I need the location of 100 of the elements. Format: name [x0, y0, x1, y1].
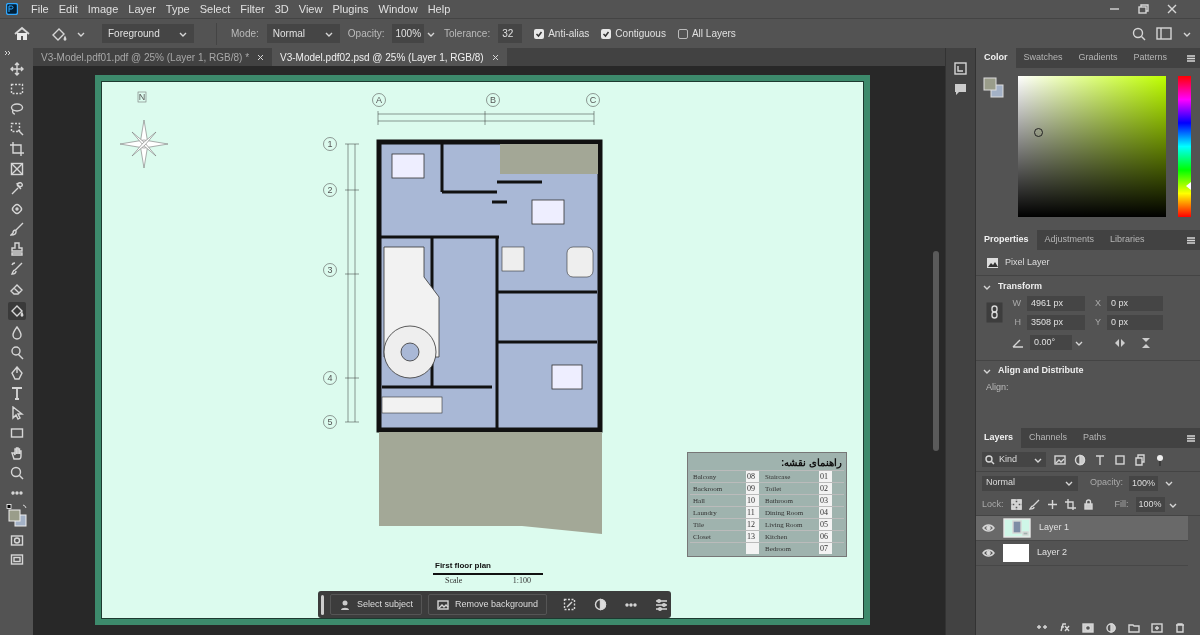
- color-swatches-icon[interactable]: [5, 504, 28, 528]
- menu-item[interactable]: Plugins: [327, 0, 374, 18]
- pen-icon[interactable]: [9, 366, 24, 380]
- move-icon[interactable]: [9, 62, 24, 76]
- lock-icon[interactable]: [1082, 499, 1094, 510]
- type-icon[interactable]: [9, 386, 24, 400]
- adjustment-filter-icon[interactable]: [1074, 453, 1086, 466]
- panel-menu-icon[interactable]: [1186, 54, 1196, 62]
- blend-mode-dropdown[interactable]: Normal: [982, 475, 1078, 491]
- lasso-icon[interactable]: [9, 102, 24, 116]
- filter-toggle-icon[interactable]: [1154, 453, 1166, 466]
- new-layer-icon[interactable]: [1151, 623, 1163, 633]
- section-heading[interactable]: Transform: [998, 280, 1042, 294]
- quick-mask-icon[interactable]: [9, 534, 24, 547]
- panel-tab[interactable]: Adjustments: [1036, 230, 1103, 250]
- menu-item[interactable]: Select: [194, 0, 236, 18]
- menu-item[interactable]: Window: [373, 0, 423, 18]
- marquee-icon[interactable]: [9, 82, 24, 96]
- close-icon[interactable]: [1167, 4, 1178, 14]
- filter-dropdown[interactable]: Kind: [982, 452, 1046, 467]
- panel-tab[interactable]: Layers: [976, 428, 1022, 448]
- workspace-icon[interactable]: [1156, 26, 1172, 41]
- layer-row[interactable]: Layer 2: [976, 541, 1188, 566]
- eye-icon[interactable]: [982, 548, 995, 558]
- chevron-icon[interactable]: [982, 283, 992, 291]
- opacity-field[interactable]: 100%: [1129, 475, 1159, 491]
- opacity-field[interactable]: 100%: [392, 24, 425, 43]
- dodge-icon[interactable]: [9, 346, 24, 360]
- path-select-icon[interactable]: [9, 406, 24, 420]
- restore-icon[interactable]: [1138, 4, 1149, 14]
- dimension-field[interactable]: 4961 px: [1027, 296, 1085, 311]
- shape-filter-icon[interactable]: [1114, 453, 1126, 466]
- scrollbar-thumb[interactable]: [933, 251, 939, 451]
- healing-brush-icon[interactable]: [9, 202, 24, 216]
- home-icon[interactable]: [14, 26, 30, 41]
- checkbox[interactable]: [601, 28, 612, 39]
- brush-icon[interactable]: [9, 222, 24, 236]
- checkbox[interactable]: [534, 28, 545, 39]
- folder-icon[interactable]: [1128, 623, 1140, 633]
- panel-tab[interactable]: Paths: [1075, 428, 1115, 448]
- menu-item[interactable]: Type: [160, 0, 195, 18]
- fill-field[interactable]: 100%: [1135, 497, 1165, 512]
- panel-tab[interactable]: Libraries: [1102, 230, 1153, 250]
- panel-tab[interactable]: Swatches: [1015, 48, 1071, 68]
- blur-icon[interactable]: [9, 326, 24, 340]
- history-panel-icon[interactable]: [954, 62, 967, 75]
- rectangle-icon[interactable]: [9, 426, 24, 440]
- mode-dropdown[interactable]: Normal: [266, 24, 340, 43]
- link-icon[interactable]: [986, 302, 1003, 323]
- menu-item[interactable]: Filter: [235, 0, 270, 18]
- layer-row[interactable]: Layer 1: [976, 516, 1188, 541]
- panel-tab[interactable]: Gradients: [1070, 48, 1126, 68]
- screen-mode-icon[interactable]: [9, 553, 24, 566]
- context-button[interactable]: Select subject: [330, 594, 423, 615]
- angle-field[interactable]: 0.00°: [1030, 335, 1072, 350]
- hand-icon[interactable]: [9, 446, 24, 460]
- menu-item[interactable]: 3D: [269, 0, 294, 18]
- zoom-icon[interactable]: [9, 466, 24, 480]
- caret-icon[interactable]: [1164, 479, 1175, 487]
- hue-slider[interactable]: [1178, 76, 1191, 217]
- menu-item[interactable]: File: [26, 0, 54, 18]
- foreground-background-icon[interactable]: [982, 76, 1004, 98]
- mask-icon[interactable]: [594, 598, 608, 611]
- fill-source-dropdown[interactable]: Foreground: [102, 24, 194, 43]
- panel-tab[interactable]: Channels: [1021, 428, 1076, 448]
- adjustment-layer-icon[interactable]: [1105, 623, 1117, 633]
- frame-icon[interactable]: [9, 162, 24, 176]
- menu-item[interactable]: Edit: [53, 0, 83, 18]
- dimension-field[interactable]: 3508 px: [1027, 315, 1085, 330]
- section-heading[interactable]: Align and Distribute: [998, 364, 1084, 378]
- checkbox[interactable]: [677, 28, 688, 39]
- crop-icon[interactable]: [9, 142, 24, 156]
- collapse-icon[interactable]: [4, 50, 12, 56]
- image-filter-icon[interactable]: [1054, 453, 1066, 466]
- comment-icon[interactable]: [954, 83, 967, 96]
- menu-item[interactable]: Layer: [123, 0, 161, 18]
- lock-transparency-icon[interactable]: [1010, 499, 1022, 510]
- search-icon[interactable]: [1132, 26, 1146, 41]
- history-brush-icon[interactable]: [9, 262, 24, 276]
- eyedropper-icon[interactable]: [9, 182, 24, 196]
- flip-horizontal-icon[interactable]: [1114, 336, 1126, 349]
- sliders-icon[interactable]: [655, 598, 669, 611]
- stamp-icon[interactable]: [9, 242, 24, 256]
- panel-menu-icon[interactable]: [1186, 434, 1196, 442]
- delete-icon[interactable]: [1174, 623, 1186, 633]
- fx-icon[interactable]: [1059, 623, 1071, 633]
- dimension-field[interactable]: 0 px: [1107, 315, 1163, 330]
- context-button[interactable]: Remove background: [428, 594, 548, 615]
- smart-object-filter-icon[interactable]: [1134, 453, 1146, 466]
- menu-item[interactable]: View: [293, 0, 328, 18]
- active-tool-button[interactable]: [7, 302, 26, 320]
- menu-item[interactable]: Image: [82, 0, 124, 18]
- panel-tab[interactable]: Color: [976, 48, 1016, 68]
- menu-item[interactable]: Help: [422, 0, 456, 18]
- dimension-field[interactable]: 0 px: [1107, 296, 1163, 311]
- type-filter-icon[interactable]: [1094, 453, 1106, 466]
- color-picker-field[interactable]: [1018, 76, 1166, 217]
- layer-mask-icon[interactable]: [1082, 623, 1094, 633]
- eye-icon[interactable]: [982, 523, 995, 533]
- brush-icon[interactable]: [1028, 499, 1040, 510]
